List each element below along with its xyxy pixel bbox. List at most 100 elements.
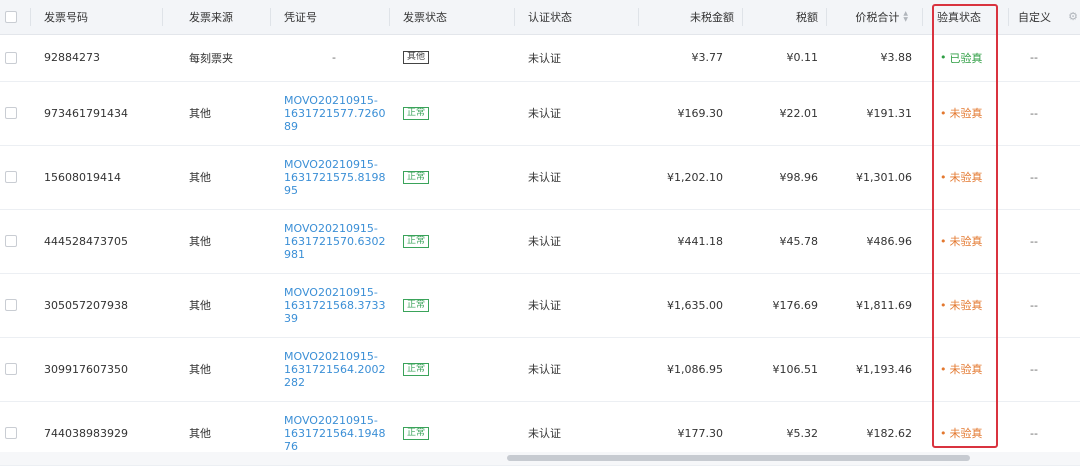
invoice-source: 其他 [189, 235, 211, 248]
gear-icon[interactable]: ⚙ [1068, 10, 1078, 23]
custom-cell: -- [1030, 362, 1038, 376]
select-all-checkbox[interactable] [5, 11, 17, 23]
col-voucher[interactable]: 凭证号 [284, 0, 374, 34]
voucher-line: MOVO20210915- [284, 93, 378, 107]
voucher-line: MOVO20210915- [284, 349, 378, 363]
sort-icon[interactable]: ▲ ▼ [903, 11, 908, 23]
voucher-line: MOVO20210915- [284, 157, 378, 171]
voucher-line: 39 [284, 311, 298, 325]
invoice-number: 309917607350 [44, 362, 128, 376]
table-row[interactable]: 92884273 每刻票夹 - 其他 未认证 ¥3.77 ¥0.11 ¥3.88… [0, 34, 1080, 82]
row-checkbox[interactable] [5, 427, 17, 439]
amount-cell: ¥169.30 [677, 106, 724, 120]
auth-status: 未认证 [528, 171, 561, 184]
horizontal-scrollbar-thumb[interactable] [507, 455, 970, 461]
invoice-source: 其他 [189, 299, 211, 312]
table-row[interactable]: 309917607350 其他 MOVO20210915- 1631721564.… [0, 337, 1080, 402]
row-checkbox[interactable] [5, 51, 17, 64]
voucher-line: 1631721568.3733 [284, 298, 386, 312]
voucher-link[interactable]: MOVO20210915- 1631721568.3733 39 [284, 273, 386, 337]
amount-cell: ¥1,086.95 [667, 362, 723, 376]
table-header: 发票号码 发票来源 凭证号 发票状态 认证状态 未税金额 税额 价税合计 ▲ ▼ … [0, 0, 1080, 35]
invoice-status-tag: 正常 [403, 298, 430, 312]
voucher-line: 1631721570.6302 [284, 234, 386, 248]
voucher-line: 1631721575.8198 [284, 170, 386, 184]
voucher-line: - [332, 51, 336, 64]
total-cell: ¥1,301.06 [856, 170, 912, 184]
col-invoice-no[interactable]: 发票号码 [44, 0, 154, 34]
row-select-cell[interactable] [5, 81, 25, 145]
invoice-status-tag: 正常 [403, 426, 430, 440]
invoice-status-cell: 正常 [403, 273, 483, 337]
table-row[interactable]: 973461791434 其他 MOVO20210915- 1631721577.… [0, 81, 1080, 146]
voucher-line: 95 [284, 183, 298, 197]
voucher-link[interactable]: MOVO20210915- 1631721564.2002 282 [284, 337, 386, 401]
auth-status: 未认证 [528, 363, 561, 376]
invoice-number: 92884273 [44, 51, 100, 64]
tax-cell: ¥176.69 [772, 298, 819, 312]
table-row[interactable]: 15608019414 其他 MOVO20210915- 1631721575.8… [0, 145, 1080, 210]
custom-cell: -- [1030, 170, 1038, 184]
verify-status-highlight [932, 4, 998, 448]
table-row[interactable]: 305057207938 其他 MOVO20210915- 1631721568.… [0, 273, 1080, 338]
col-custom[interactable]: 自定义 [1018, 0, 1068, 34]
auth-status: 未认证 [528, 107, 561, 120]
total-cell: ¥3.88 [880, 51, 913, 64]
row-select-cell[interactable] [5, 209, 25, 273]
voucher-line: 1631721564.2002 [284, 362, 386, 376]
total-cell: ¥191.31 [866, 106, 913, 120]
invoice-status-tag: 正常 [403, 106, 430, 120]
col-source[interactable]: 发票来源 [189, 0, 259, 34]
tax-cell: ¥22.01 [779, 106, 819, 120]
invoice-source: 其他 [189, 363, 211, 376]
voucher-line: MOVO20210915- [284, 413, 378, 427]
total-cell: ¥1,811.69 [856, 298, 912, 312]
voucher-line: MOVO20210915- [284, 221, 378, 235]
total-cell: ¥486.96 [866, 234, 913, 248]
invoice-status-cell: 正常 [403, 337, 483, 401]
amount-cell: ¥1,202.10 [667, 170, 723, 184]
col-auth-status[interactable]: 认证状态 [528, 0, 608, 34]
auth-status: 未认证 [528, 299, 561, 312]
row-select-cell[interactable] [5, 34, 25, 81]
row-checkbox[interactable] [5, 107, 17, 119]
table-row[interactable]: 444528473705 其他 MOVO20210915- 1631721570.… [0, 209, 1080, 274]
auth-status: 未认证 [528, 235, 561, 248]
row-checkbox[interactable] [5, 235, 17, 247]
amount-cell: ¥1,635.00 [667, 298, 723, 312]
voucher-link[interactable]: MOVO20210915- 1631721570.6302 981 [284, 209, 386, 273]
row-select-cell[interactable] [5, 273, 25, 337]
voucher-line: 282 [284, 375, 305, 389]
voucher-link[interactable]: MOVO20210915- 1631721575.8198 95 [284, 145, 386, 209]
row-checkbox[interactable] [5, 363, 17, 375]
col-amount[interactable]: 未税金额 [640, 0, 734, 34]
invoice-number: 15608019414 [44, 170, 121, 184]
col-total-label: 价税合计 [855, 11, 900, 24]
voucher-link[interactable]: - [284, 34, 384, 81]
tax-cell: ¥45.78 [779, 234, 819, 248]
row-checkbox[interactable] [5, 171, 17, 183]
tax-cell: ¥98.96 [779, 170, 819, 184]
total-cell: ¥1,193.46 [856, 362, 912, 376]
select-all-cell[interactable] [5, 0, 25, 34]
voucher-link[interactable]: MOVO20210915- 1631721577.7260 89 [284, 81, 385, 145]
col-invoice-status[interactable]: 发票状态 [403, 0, 483, 34]
invoice-source: 每刻票夹 [189, 51, 233, 65]
row-select-cell[interactable] [5, 145, 25, 209]
voucher-line: MOVO20210915- [284, 285, 378, 299]
col-total[interactable]: 价税合计 ▲ ▼ [830, 0, 908, 34]
row-checkbox[interactable] [5, 299, 17, 311]
voucher-line: 76 [284, 439, 298, 453]
tax-cell: ¥106.51 [772, 362, 819, 376]
invoice-source: 其他 [189, 107, 211, 120]
row-select-cell[interactable] [5, 337, 25, 401]
invoice-status-tag: 正常 [403, 170, 430, 184]
custom-cell: -- [1030, 106, 1038, 120]
invoice-status-tag: 正常 [403, 362, 430, 376]
custom-cell: -- [1030, 51, 1038, 64]
invoice-status-cell: 正常 [403, 81, 483, 145]
tax-cell: ¥0.11 [786, 51, 819, 64]
voucher-line: 1631721564.1948 [284, 426, 386, 440]
col-tax[interactable]: 税额 [744, 0, 818, 34]
amount-cell: ¥3.77 [691, 51, 724, 64]
